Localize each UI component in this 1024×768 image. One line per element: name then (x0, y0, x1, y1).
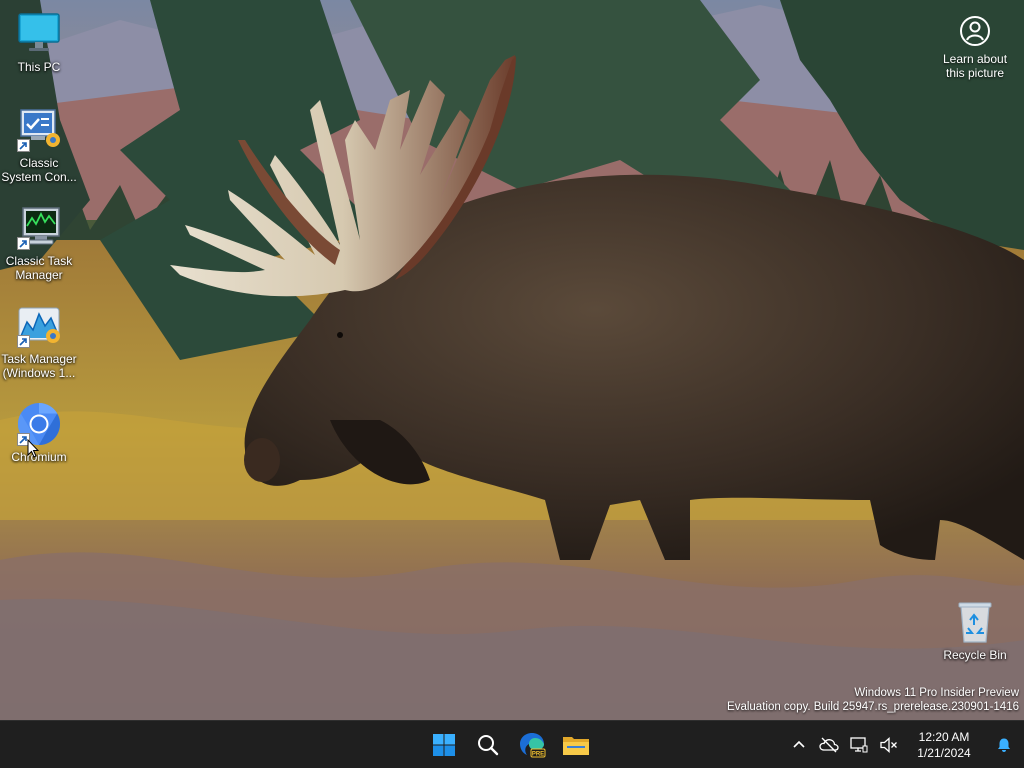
network-icon (850, 737, 868, 753)
windows-watermark: Windows 11 Pro Insider Preview Evaluatio… (727, 686, 1019, 714)
taskbar-clock[interactable]: 12:20 AM 1/21/2024 (906, 729, 982, 761)
watermark-edition: Windows 11 Pro Insider Preview (854, 687, 1019, 699)
clock-date: 1/21/2024 (917, 746, 971, 760)
volume-muted-icon (880, 737, 897, 753)
icon-label-task-manager: Task Manager (Windows 1... (1, 352, 77, 380)
icon-label-classic-task-manager: Classic Task Manager (5, 254, 73, 282)
desktop-icon-this-pc[interactable]: This PC (0, 10, 78, 74)
chevron-up-icon (793, 740, 805, 748)
task-manager-icon (15, 302, 63, 350)
windows-logo-icon (433, 734, 455, 756)
shortcut-arrow-icon (17, 335, 30, 348)
desktop[interactable]: This PC Classic System Con... Classic Ta… (0, 0, 1024, 720)
camera-info-icon (958, 14, 992, 48)
search-button[interactable] (468, 725, 508, 765)
mouse-cursor-icon (27, 439, 39, 458)
edge-pre-icon: PRE (520, 733, 546, 758)
notifications-button[interactable] (984, 725, 1024, 765)
system-tray: 12:20 AM 1/21/2024 (784, 721, 1024, 768)
icon-label-chromium: Chromium (11, 450, 67, 464)
network-button[interactable] (844, 725, 874, 765)
desktop-icon-chromium[interactable]: Chromium (0, 400, 78, 464)
learn-about-label: Learn about this picture (942, 52, 1008, 80)
folder-icon (563, 737, 589, 755)
edge-preview-button[interactable]: PRE (512, 725, 552, 765)
svg-text:PRE: PRE (532, 752, 544, 758)
bell-icon (998, 738, 1010, 752)
wallpaper-image (0, 0, 1024, 720)
shortcut-arrow-icon (17, 237, 30, 250)
volume-button[interactable] (874, 725, 904, 765)
task-manager-classic-icon (15, 204, 63, 252)
chromium-icon (15, 400, 63, 448)
taskbar: PRE 12:20 AM 1/21/2024 (0, 720, 1024, 768)
desktop-icon-task-manager[interactable]: Task Manager (Windows 1... (0, 302, 78, 380)
desktop-icon-recycle-bin[interactable]: Recycle Bin (936, 598, 1014, 662)
icon-label-classic-system-control: Classic System Con... (1, 156, 77, 184)
control-panel-icon (15, 106, 63, 154)
desktop-icon-classic-system-control[interactable]: Classic System Con... (0, 106, 78, 184)
icon-label-recycle-bin: Recycle Bin (943, 648, 1007, 662)
monitor-icon (15, 10, 63, 58)
file-explorer-button[interactable] (556, 725, 596, 765)
clock-time: 12:20 AM (918, 730, 970, 744)
shortcut-arrow-icon (17, 139, 30, 152)
learn-about-picture[interactable]: Learn about this picture (936, 14, 1014, 80)
taskbar-pinned-apps: PRE (424, 721, 596, 768)
recycle-bin-icon (951, 598, 999, 646)
icon-label-this-pc: This PC (17, 60, 61, 74)
show-hidden-icons-button[interactable] (784, 725, 814, 765)
onedrive-button[interactable] (814, 725, 844, 765)
desktop-icon-classic-task-manager[interactable]: Classic Task Manager (0, 204, 78, 282)
watermark-build: Evaluation copy. Build 25947.rs_prerelea… (727, 701, 1019, 713)
cloud-off-icon (819, 737, 839, 753)
start-button[interactable] (424, 725, 464, 765)
search-icon (478, 735, 499, 756)
